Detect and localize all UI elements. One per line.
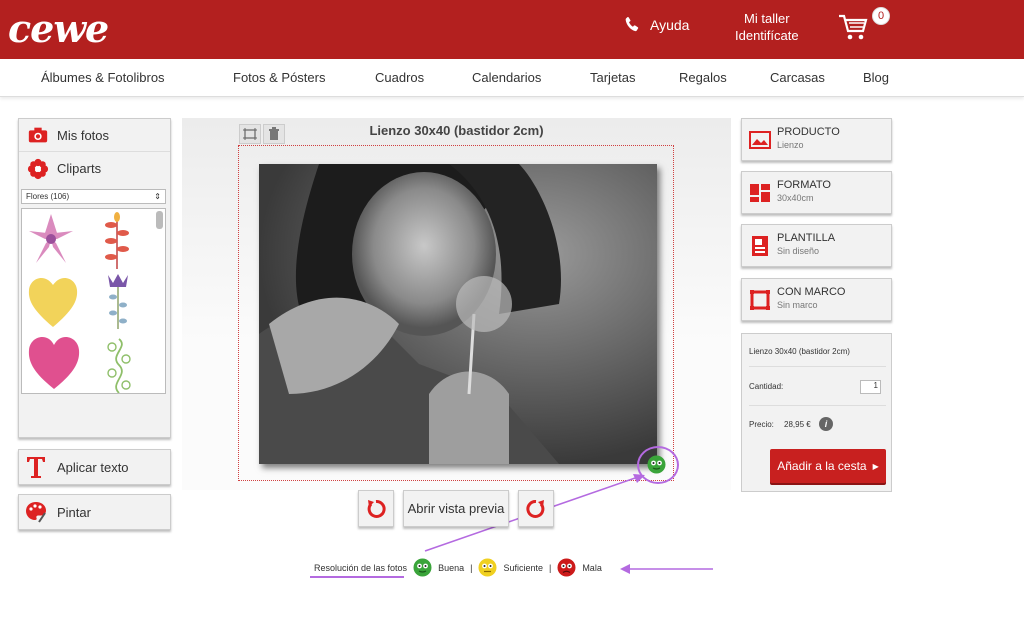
quantity-input[interactable]: 1 <box>860 380 881 394</box>
summary-divider-1 <box>749 366 886 367</box>
info-icon[interactable]: i <box>819 417 833 431</box>
layout-format-icon <box>750 184 770 202</box>
option-frame-value: Sin marco <box>777 300 818 310</box>
rotate-right-icon <box>526 499 545 518</box>
option-frame[interactable]: CON MARCO Sin marco <box>741 278 892 321</box>
good-face-icon <box>413 558 432 577</box>
sufficient-label: Suficiente <box>503 562 543 573</box>
add-to-cart-label: Añadir a la cesta <box>777 459 867 473</box>
option-format[interactable]: FORMATO 30x40cm <box>741 171 892 214</box>
frame-icon <box>750 290 770 310</box>
option-frame-title: CON MARCO <box>777 286 846 298</box>
separator-2: | <box>548 562 552 573</box>
option-product-value: Lienzo <box>777 140 804 150</box>
summary-product: Lienzo 30x40 (bastidor 2cm) <box>749 347 850 356</box>
option-format-value: 30x40cm <box>777 193 814 203</box>
option-format-title: FORMATO <box>777 179 831 191</box>
option-template-title: PLANTILLA <box>777 232 836 244</box>
rotate-left-button[interactable] <box>358 490 394 527</box>
bad-label: Mala <box>582 562 602 573</box>
add-to-cart-button[interactable]: Añadir a la cesta ▶ <box>770 449 886 483</box>
rotate-right-button[interactable] <box>518 490 554 527</box>
price-label: Precio: <box>749 420 774 429</box>
summary-divider-2 <box>749 405 886 406</box>
sufficient-face-icon <box>478 558 497 577</box>
template-document-icon <box>752 236 768 256</box>
image-landscape-icon <box>749 131 771 149</box>
option-template[interactable]: PLANTILLA Sin diseño <box>741 224 892 267</box>
resolution-legend: Resolución de las fotos Buena | Suficien… <box>314 558 602 577</box>
price-value: 28,95 € <box>784 420 811 429</box>
option-template-value: Sin diseño <box>777 246 820 256</box>
rotate-left-icon <box>367 499 386 518</box>
option-product-title: PRODUCTO <box>777 126 840 138</box>
open-preview-button[interactable]: Abrir vista previa <box>403 490 509 527</box>
chevron-right-icon: ▶ <box>872 461 879 471</box>
order-summary: Lienzo 30x40 (bastidor 2cm) Cantidad: 1 … <box>741 333 892 492</box>
option-product[interactable]: PRODUCTO Lienzo <box>741 118 892 161</box>
open-preview-label: Abrir vista previa <box>407 501 505 516</box>
quantity-label: Cantidad: <box>749 382 784 391</box>
separator-1: | <box>470 562 473 573</box>
good-label: Buena <box>438 562 465 573</box>
bad-face-icon <box>557 558 576 577</box>
resolution-label: Resolución de las fotos <box>314 562 408 573</box>
